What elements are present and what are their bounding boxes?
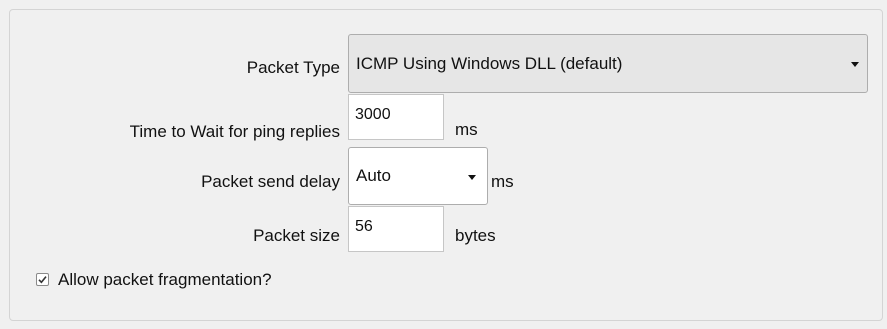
ping-settings-panel: Packet Type ICMP Using Windows DLL (defa… [9,9,883,321]
wait-time-input[interactable]: 3000 [348,94,444,140]
wait-time-unit: ms [455,120,478,139]
fragmentation-checkbox[interactable] [36,273,49,286]
packet-size-unit: bytes [455,226,496,245]
send-delay-dropdown[interactable]: Auto [348,147,488,205]
checkmark-icon [38,276,47,284]
packet-size-input[interactable]: 56 [348,206,444,252]
chevron-down-icon [468,175,476,180]
chevron-down-icon [851,62,859,67]
send-delay-value: Auto [356,166,391,185]
packet-type-value: ICMP Using Windows DLL (default) [356,53,623,73]
send-delay-unit: ms [491,172,514,191]
fragmentation-label[interactable]: Allow packet fragmentation? [58,270,272,290]
packet-type-dropdown[interactable]: ICMP Using Windows DLL (default) [348,34,868,93]
send-delay-label: Packet send delay [201,172,340,191]
packet-size-label: Packet size [253,226,340,245]
packet-type-label: Packet Type [246,58,340,77]
wait-time-label: Time to Wait for ping replies [129,122,340,141]
